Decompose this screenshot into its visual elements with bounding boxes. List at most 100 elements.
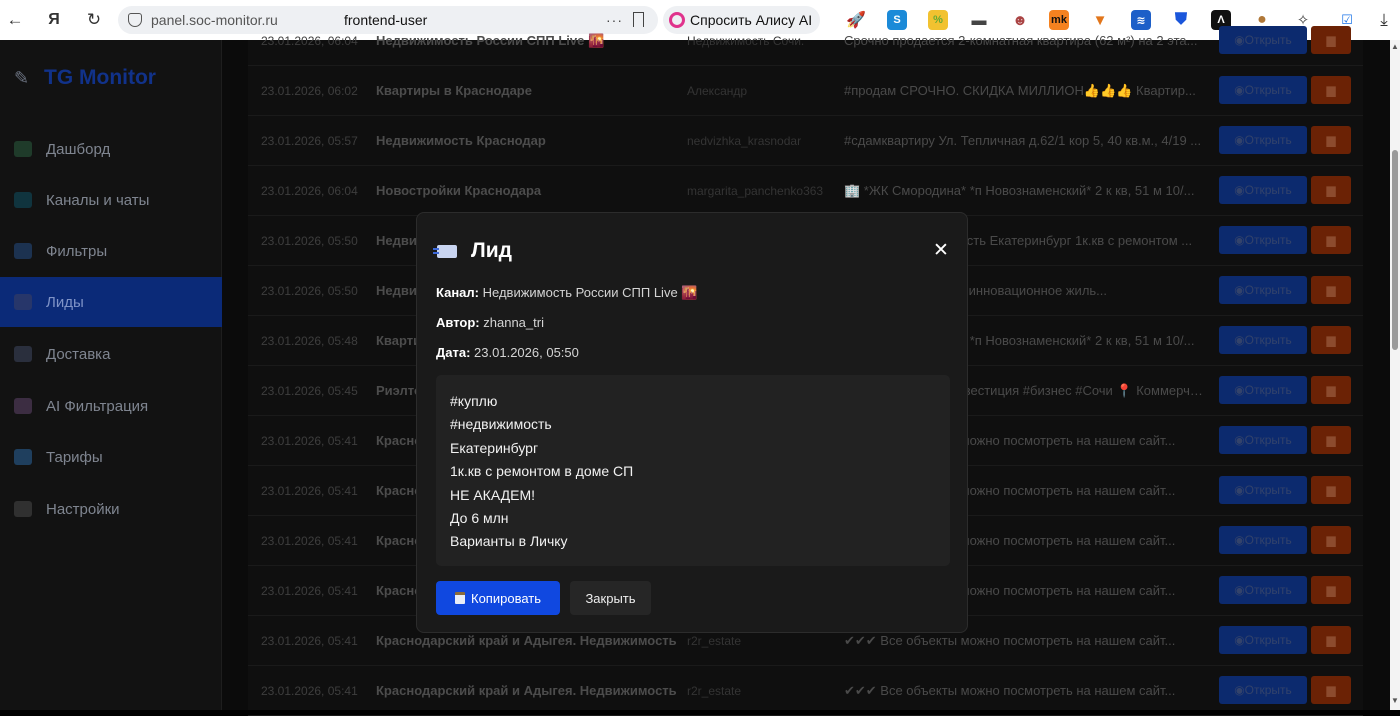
copy-label: Копировать — [471, 590, 541, 606]
scroll-thumb[interactable] — [1392, 150, 1398, 350]
trash-icon: ▆ — [1326, 433, 1336, 447]
sidebar-item-1[interactable]: Каналы и чаты — [0, 175, 222, 225]
sidebar-item-2[interactable]: Фильтры — [0, 226, 222, 276]
card-icon — [433, 244, 457, 258]
open-label: Открыть — [1244, 433, 1292, 447]
row-date: 23.01.2026, 06:04 — [261, 33, 358, 48]
clipboard-icon — [455, 592, 465, 604]
open-button[interactable]: ◉ Открыть — [1219, 626, 1307, 654]
logo[interactable]: ✎ TG Monitor — [14, 66, 156, 90]
sidebar-item-label: Каналы и чаты — [46, 191, 150, 209]
open-label: Открыть — [1244, 283, 1292, 297]
open-button[interactable]: ◉ Открыть — [1219, 426, 1307, 454]
sidebar-item-7[interactable]: Настройки — [0, 484, 222, 534]
eye-icon: ◉ — [1234, 183, 1245, 197]
close-label: Закрыть — [585, 590, 636, 606]
table-row: 23.01.2026, 06:04 Недвижимость России СПП… — [248, 16, 1363, 66]
row-author: Александр — [687, 83, 748, 98]
credit-card-icon — [14, 449, 32, 465]
row-date: 23.01.2026, 05:48 — [261, 333, 358, 348]
delete-button[interactable]: ▆ — [1311, 676, 1351, 704]
trash-icon: ▆ — [1326, 483, 1336, 497]
message-line: 1к.кв с ремонтом в доме СП — [450, 463, 634, 480]
delete-button[interactable]: ▆ — [1311, 226, 1351, 254]
sidebar-item-4[interactable]: Доставка — [0, 329, 222, 379]
row-date: 23.01.2026, 06:04 — [261, 183, 358, 198]
sidebar-item-5[interactable]: AI Фильтрация — [0, 381, 222, 431]
open-label: Открыть — [1244, 133, 1292, 147]
delete-button[interactable]: ▆ — [1311, 276, 1351, 304]
reload-icon[interactable]: ↻ — [80, 6, 108, 34]
delete-button[interactable]: ▆ — [1311, 476, 1351, 504]
row-channel: Новостройки Краснодара — [376, 183, 542, 198]
message-line: #недвижимость — [450, 416, 552, 433]
eye-icon: ◉ — [1234, 583, 1245, 597]
eye-icon: ◉ — [1234, 383, 1245, 397]
open-label: Открыть — [1244, 533, 1292, 547]
trash-icon: ▆ — [1326, 183, 1336, 197]
delete-button[interactable]: ▆ — [1311, 426, 1351, 454]
sidebar-item-label: AI Фильтрация — [46, 397, 149, 415]
magnifier-icon — [14, 243, 32, 259]
open-button[interactable]: ◉ Открыть — [1219, 276, 1307, 304]
open-button[interactable]: ◉ Открыть — [1219, 326, 1307, 354]
delete-button[interactable]: ▆ — [1311, 326, 1351, 354]
sidebar-item-0[interactable]: Дашборд — [0, 124, 222, 174]
delete-button[interactable]: ▆ — [1311, 376, 1351, 404]
modal-header: Лид — [433, 239, 512, 263]
row-date: 23.01.2026, 06:02 — [261, 83, 358, 98]
open-button[interactable]: ◉ Открыть — [1219, 176, 1307, 204]
scroll-down-icon[interactable]: ▼ — [1391, 696, 1399, 705]
trash-icon: ▆ — [1326, 583, 1336, 597]
download-icon[interactable]: ⤓ — [1370, 6, 1398, 34]
delete-button[interactable]: ▆ — [1311, 526, 1351, 554]
sidebar-item-label: Настройки — [46, 500, 120, 518]
monitor-icon — [14, 192, 32, 208]
copy-button[interactable]: Копировать — [436, 581, 560, 615]
delete-button[interactable]: ▆ — [1311, 76, 1351, 104]
app-root: ✎ TG Monitor Дашборд Каналы и чаты Фильтры… — [0, 26, 1400, 716]
sidebar-item-6[interactable]: Тарифы — [0, 432, 222, 482]
open-button[interactable]: ◉ Открыть — [1219, 476, 1307, 504]
trash-icon: ▆ — [1326, 283, 1336, 297]
channel-meta: Канал: Недвижимость России СПП Live 🌇 — [436, 285, 697, 301]
sidebar-item-3[interactable]: Лиды — [0, 277, 222, 327]
row-text: #сдамквартиру Ул. Тепличная д.62/1 кор 5… — [844, 133, 1202, 148]
open-button[interactable]: ◉ Открыть — [1219, 576, 1307, 604]
table-row: 23.01.2026, 06:02 Квартиры в Краснодаре Ал… — [248, 66, 1363, 116]
open-button[interactable]: ◉ Открыть — [1219, 26, 1307, 54]
row-date: 23.01.2026, 05:57 — [261, 133, 358, 148]
modal-title: Лид — [471, 239, 512, 262]
scrollbar[interactable]: ▲ ▼ — [1390, 40, 1400, 710]
row-author: r2r_estate — [687, 633, 742, 648]
row-date: 23.01.2026, 05:41 — [261, 483, 358, 498]
open-label: Открыть — [1244, 233, 1292, 247]
open-button[interactable]: ◉ Открыть — [1219, 226, 1307, 254]
table-row: 23.01.2026, 05:57 Недвижимость Краснодар n… — [248, 116, 1363, 166]
close-icon[interactable]: ✕ — [931, 241, 951, 261]
row-date: 23.01.2026, 05:45 — [261, 383, 358, 398]
table-row: 23.01.2026, 06:04 Новостройки Краснодара m… — [248, 166, 1363, 216]
row-text: #продам СРОЧНО. СКИДКА МИЛЛИОН👍👍👍 Кварти… — [844, 82, 1196, 98]
open-button[interactable]: ◉ Открыть — [1219, 676, 1307, 704]
eye-icon: ◉ — [1234, 483, 1245, 497]
yandex-icon[interactable]: Я — [40, 6, 68, 34]
delete-button[interactable]: ▆ — [1311, 176, 1351, 204]
delete-button[interactable]: ▆ — [1311, 26, 1351, 54]
scroll-up-icon[interactable]: ▲ — [1391, 42, 1399, 51]
delete-button[interactable]: ▆ — [1311, 576, 1351, 604]
row-date: 23.01.2026, 05:41 — [261, 433, 358, 448]
date-value: 23.01.2026, 05:50 — [474, 345, 579, 360]
open-button[interactable]: ◉ Открыть — [1219, 526, 1307, 554]
date-meta: Дата: 23.01.2026, 05:50 — [436, 345, 579, 360]
close-button[interactable]: Закрыть — [570, 581, 651, 615]
trash-icon: ▆ — [1326, 83, 1336, 97]
open-button[interactable]: ◉ Открыть — [1219, 126, 1307, 154]
telescope-icon: ✎ — [14, 68, 30, 88]
open-button[interactable]: ◉ Открыть — [1219, 76, 1307, 104]
back-arrow-icon[interactable]: ← — [1, 6, 29, 34]
delete-button[interactable]: ▆ — [1311, 126, 1351, 154]
delete-button[interactable]: ▆ — [1311, 626, 1351, 654]
open-button[interactable]: ◉ Открыть — [1219, 376, 1307, 404]
message-line: НЕ АКАДЕМ! — [450, 486, 536, 503]
